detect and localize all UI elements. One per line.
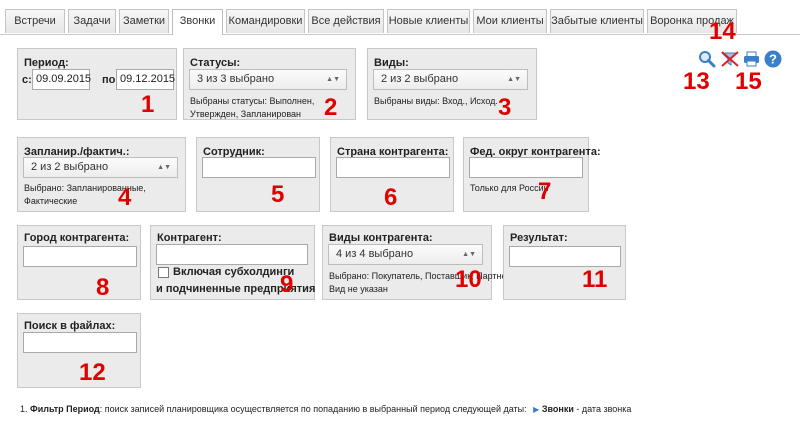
contractor-types-select-value: 4 из 4 выбрано [336,248,414,260]
tab-business-trips[interactable]: Командировки [226,9,305,33]
help-icon-glyph: ? [769,52,777,67]
kinds-panel: Виды: 2 из 2 выбрано ▲▼ Выбраны виды: Вх… [367,48,537,120]
contractor-types-note-2: Вид не указан [329,284,388,294]
city-title: Город контрагента: [24,232,130,244]
search-icon[interactable] [698,50,716,68]
statuses-title: Статусы: [190,57,241,69]
marker-2: 2 [324,94,338,121]
help-icon[interactable]: ? [764,50,782,68]
include-subholdings-label: Включая субхолдинги [173,266,295,278]
tab-calls[interactable]: Звонки [172,9,223,35]
footer-note: 1. Фильтр Период: поиск записей планиров… [20,404,631,414]
marker-6: 6 [384,184,398,211]
marker-9: 9 [280,271,294,298]
period-from-label: с: [22,74,32,86]
marker-3: 3 [498,94,512,121]
statuses-select[interactable]: 3 из 3 выбрано ▲▼ [189,69,347,90]
result-input[interactable] [509,246,621,267]
print-icon[interactable] [743,51,760,67]
contractor-input[interactable] [156,244,308,265]
marker-13: 13 [683,68,710,95]
planned-select[interactable]: 2 из 2 выбрано ▲▼ [23,157,178,178]
select-arrow-icon: ▲▼ [462,251,476,258]
select-arrow-icon: ▲▼ [157,164,171,171]
country-input[interactable] [336,157,450,178]
marker-12: 12 [79,359,106,386]
period-title: Период: [24,57,69,69]
planned-panel: Запланир./фактич.: 2 из 2 выбрано ▲▼ Выб… [17,137,186,212]
marker-7: 7 [538,178,552,205]
tab-my-clients[interactable]: Мои клиенты [473,9,547,33]
statuses-select-value: 3 из 3 выбрано [197,73,275,85]
marker-1: 1 [141,91,155,118]
kinds-select-value: 2 из 2 выбрано [381,73,459,85]
result-panel: Результат: [503,225,626,300]
city-panel: Город контрагента: [17,225,141,300]
period-to-input[interactable]: 09.12.2015 [116,69,175,90]
marker-14: 14 [709,18,736,45]
planned-note: Выбрано: Запланированные, Фактические [24,183,146,206]
tab-forgotten-clients[interactable]: Забытые клиенты [550,9,644,33]
tab-notes[interactable]: Заметки [119,9,169,33]
select-arrow-icon: ▲▼ [507,76,521,83]
footer-prefix: 1. [20,404,31,414]
contractor-types-title: Виды контрагента: [329,232,433,244]
marker-4: 4 [118,184,132,211]
kinds-title: Виды: [374,57,409,69]
tab-meetings[interactable]: Встречи [5,9,65,33]
kinds-note: Выбраны виды: Вход., Исход. [374,96,498,106]
contractor-types-note: Выбрано: Покупатель, Поставщик, Партнер, [329,271,515,281]
planned-select-value: 2 из 2 выбрано [31,161,109,173]
tab-tasks[interactable]: Задачи [68,9,116,33]
footer-arrow-icon: ▶ [533,405,540,414]
clear-filter-icon[interactable] [720,50,740,68]
district-input[interactable] [469,157,583,178]
footer-suffix: - дата звонка [573,404,632,414]
city-input[interactable] [23,246,137,267]
marker-5: 5 [271,181,285,208]
contractor-types-select[interactable]: 4 из 4 выбрано ▲▼ [328,244,483,265]
tab-all-actions[interactable]: Все действия [308,9,384,33]
period-from-input[interactable]: 09.09.2015 [32,69,91,90]
footer-calls-link[interactable]: Звонки [542,404,574,414]
district-note: Только для России [470,183,549,193]
marker-10: 10 [455,266,482,293]
filesearch-input[interactable] [23,332,137,353]
select-arrow-icon: ▲▼ [326,76,340,83]
filesearch-title: Поиск в файлах: [24,320,116,332]
marker-15: 15 [735,68,762,95]
contractor-title: Контрагент: [157,232,222,244]
employee-panel: Сотрудник: [196,137,320,212]
employee-input[interactable] [202,157,316,178]
marker-8: 8 [96,274,110,301]
include-subholdings-checkbox[interactable] [158,267,169,278]
footer-bold: Фильтр Период [30,404,100,414]
district-panel: Фед. округ контрагента: Только для Росси… [463,137,601,212]
marker-11: 11 [582,266,608,293]
tab-bar: Встречи Задачи Заметки Звонки Командиров… [0,0,800,35]
tab-new-clients[interactable]: Новые клиенты [387,9,470,33]
footer-text: : поиск записей планировщика осуществляе… [99,404,527,414]
kinds-select[interactable]: 2 из 2 выбрано ▲▼ [373,69,528,90]
result-title: Результат: [510,232,568,244]
